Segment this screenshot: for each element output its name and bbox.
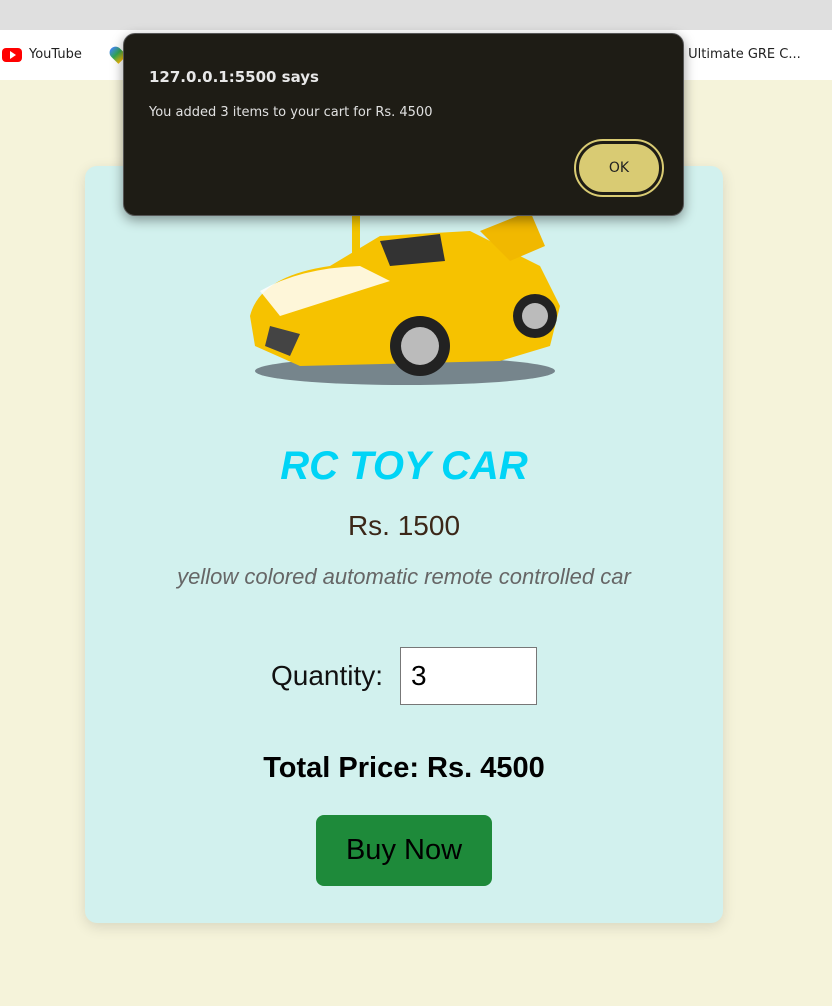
bookmark-gre[interactable]: e Ultimate GRE C... xyxy=(676,47,801,62)
product-card: RC TOY CAR Rs. 1500 yellow colored autom… xyxy=(85,166,723,923)
youtube-icon xyxy=(2,47,22,62)
quantity-input[interactable] xyxy=(400,647,537,705)
product-description: yellow colored automatic remote controll… xyxy=(177,564,631,589)
dialog-message: You added 3 items to your cart for Rs. 4… xyxy=(149,105,433,120)
ok-button[interactable]: OK xyxy=(574,139,664,197)
bookmark-youtube[interactable]: YouTube xyxy=(2,47,82,62)
product-price: Rs. 1500 xyxy=(347,510,461,541)
bookmark-label: YouTube xyxy=(29,47,82,62)
quantity-label: Quantity: xyxy=(271,660,384,691)
buy-now-button[interactable]: Buy Now xyxy=(316,815,492,886)
alert-dialog: 127.0.0.1:5500 says You added 3 items to… xyxy=(123,33,684,216)
total-price: Total Price: Rs. 4500 xyxy=(263,752,545,784)
bookmark-label: e Ultimate GRE C... xyxy=(676,47,801,62)
dialog-title: 127.0.0.1:5500 says xyxy=(149,68,319,86)
product-image xyxy=(250,211,560,385)
product-title: RC TOY CAR xyxy=(280,444,528,488)
browser-tab-strip xyxy=(0,0,832,30)
